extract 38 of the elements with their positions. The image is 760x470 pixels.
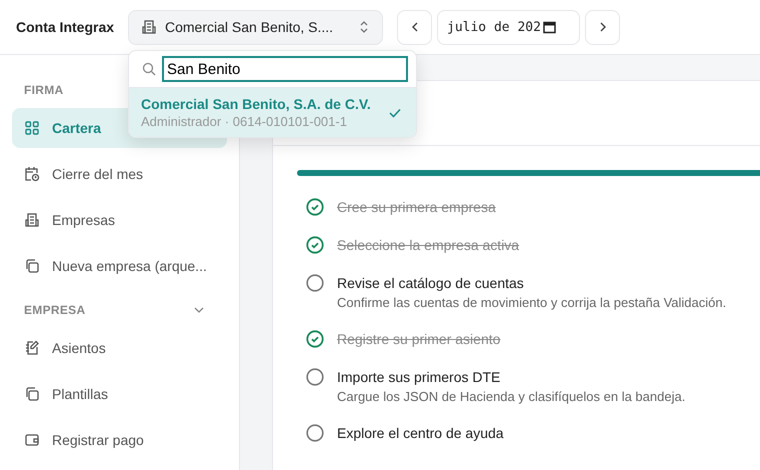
section-title: EMPRESA [24,303,86,317]
calendar-icon [542,20,556,34]
company-selector[interactable]: Comercial San Benito, S.... [128,10,383,44]
chevron-down-icon[interactable] [193,306,205,314]
task-title: Seleccione la empresa activa [337,236,520,254]
search-icon [142,62,156,76]
task-title: Registre su primer asiento [337,330,500,348]
copy-icon [24,258,40,274]
chevron-up-down-icon [358,20,370,34]
section-title: FIRMA [24,83,64,97]
next-month-button[interactable] [585,10,620,44]
task-title: Cree su primera empresa [337,198,496,216]
company-option[interactable]: Comercial San Benito, S.A. de C.V. Administrador · 0614-010101-001-1 [129,88,416,137]
notebook-pen-icon [24,340,40,356]
copy-icon [24,386,40,402]
month-field[interactable]: julio de 202 [437,10,580,44]
sidebar-item[interactable]: Plantillas [12,374,227,414]
building-icon [24,212,40,228]
calendar-clock-icon [24,166,40,182]
sidebar-item[interactable]: Cierre del mes [12,154,227,194]
app-title: Conta Integrax [16,19,113,35]
wallet-icon [24,432,40,448]
sidebar-item[interactable]: Empresas [12,200,227,240]
previous-month-button[interactable] [397,10,432,44]
checkmark-icon [388,106,402,118]
task-title: Explore el centro de ayuda [337,424,504,442]
chevron-left-icon [410,21,420,33]
task-description: Confirme las cuentas de movimiento y corrija la pestaña Validación. [337,295,726,310]
task-description: Cargue los JSON de Hacienda y clasifíquelos en la bandeja. [337,389,686,404]
chevron-right-icon [598,21,608,33]
sidebar-item[interactable]: Nueva empresa (arque... [12,246,227,286]
task-title: Importe sus primeros DTE [337,368,502,386]
building-icon [141,19,157,35]
grid-icon [24,120,40,136]
task-title: Revise el catálogo de cuentas [337,274,525,292]
sidebar-item[interactable]: Registrar pago [12,420,227,460]
sidebar-item[interactable]: Asientos [12,328,227,368]
search-field[interactable]: San Benito [162,56,408,82]
